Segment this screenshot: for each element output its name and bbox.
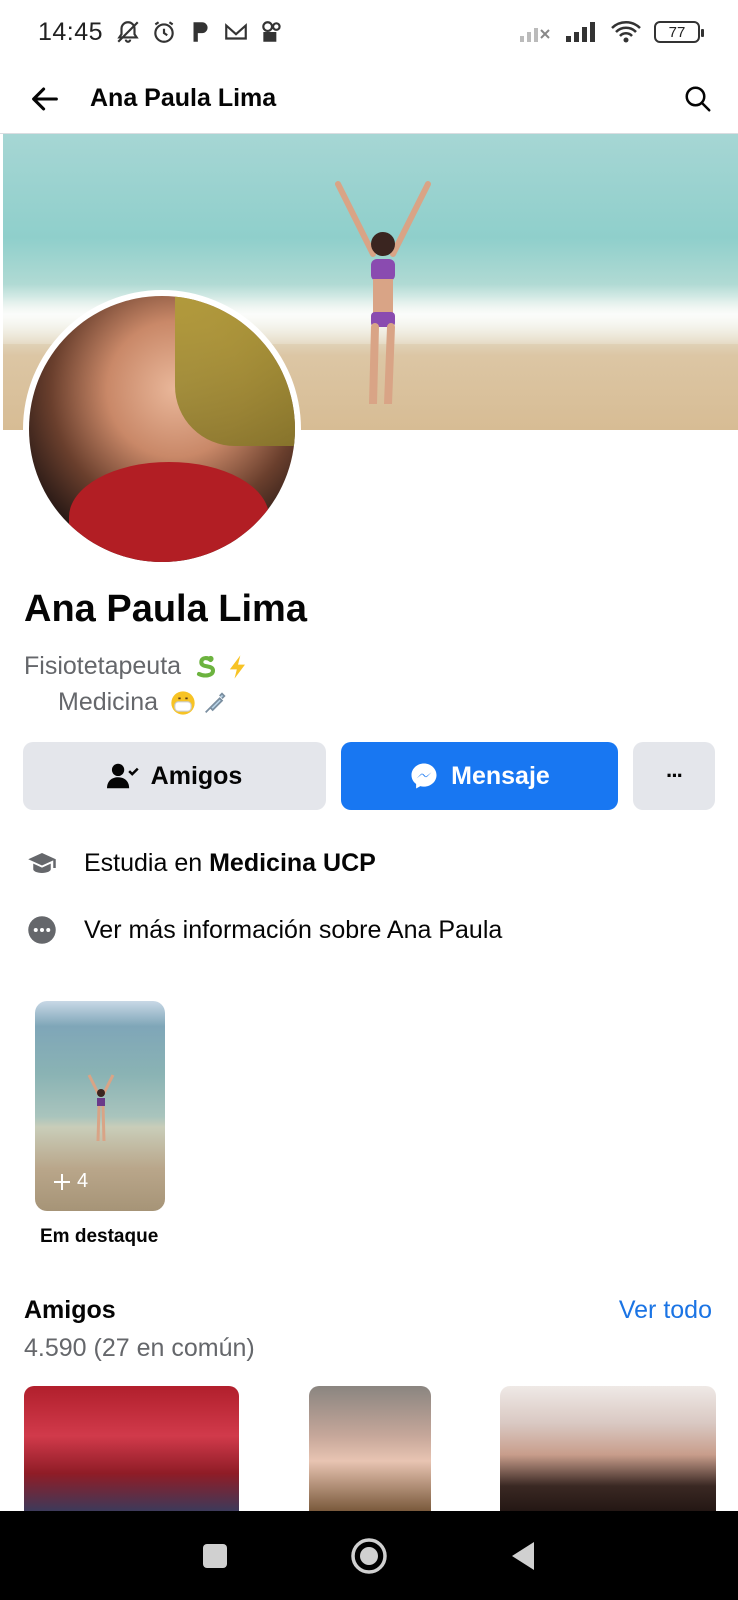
messenger-icon [411,763,437,789]
search-icon [685,86,711,111]
featured-highlight-card[interactable]: 4 [35,1001,165,1211]
syringe-emoji-icon [205,692,226,714]
mask-face-emoji-icon [171,691,195,716]
friend-thumbnail[interactable] [500,1386,716,1511]
plus-icon [54,1173,70,1190]
profile-avatar[interactable] [23,290,301,568]
avatar-background [175,296,295,446]
message-button-label: Mensaje [451,761,550,790]
see-all-friends-link[interactable]: Ver todo [619,1296,712,1325]
system-nav-bar [0,1511,738,1600]
battery-icon: 77 [654,21,704,43]
highlight-count-value: 4 [77,1170,89,1192]
more-info-icon [24,912,60,948]
status-time: 14:45 [38,17,104,46]
highlight-label: Em destaque [40,1226,159,1247]
graduation-cap-icon [24,845,60,881]
avatar-shirt [69,462,269,562]
alarm-icon [154,21,174,43]
highlight-count: 4 [53,1170,88,1193]
wifi-icon [611,21,641,43]
profile-name: Ana Paula Lima [24,588,307,630]
friends-section-title: Amigos [24,1296,116,1324]
search-button[interactable] [658,64,738,134]
signal-muted-icon [520,28,550,42]
bio-text-2: Medicina [58,688,159,716]
bio-line-1: Fisiotetapeuta [24,648,524,684]
more-info-label: Ver más información sobre Ana Paula [84,915,503,944]
friend-check-icon [106,763,139,789]
top-app-bar: Ana Paula Lima [0,64,738,134]
page-title: Ana Paula Lima [90,84,277,112]
recents-square-icon[interactable] [200,1541,230,1571]
profile-actions: Amigos Mensaje ··· [23,742,715,810]
bio-line-2: Medicina [24,684,524,720]
back-button[interactable] [0,64,90,134]
friend-thumbnail[interactable] [309,1386,431,1511]
more-info-row[interactable]: Ver más información sobre Ana Paula [24,912,502,948]
bio-text-1: Fisiotetapeuta [24,652,182,680]
message-button[interactable]: Mensaje [341,742,618,810]
cover-person-figure [335,181,431,404]
video-icon [262,21,281,42]
more-options-button[interactable]: ··· [633,742,715,810]
education-prefix: Estudia en [84,848,210,877]
education-place[interactable]: Medicina UCP [209,849,376,878]
status-bar: 14:45 77 [0,0,738,64]
profile-bio: Fisiotetapeuta Medicina [24,648,524,720]
arrow-left-icon [32,87,58,110]
friends-button-label: Amigos [150,761,243,790]
home-circle-icon[interactable] [349,1536,389,1576]
friend-thumbnail[interactable] [24,1386,239,1511]
status-system-icons: 77 [518,20,704,44]
lightning-emoji-icon [229,655,245,680]
status-notification-icons [115,19,285,45]
mail-icon [225,23,247,40]
bell-muted-icon [117,21,139,43]
battery-level: 77 [668,23,686,41]
snake-emoji-icon [196,656,216,678]
highlight-person-figure [87,1074,115,1142]
more-dots-icon: ··· [666,763,684,788]
friends-count: 4.590 (27 en común) [24,1334,255,1362]
signal-icon [566,22,595,42]
back-triangle-icon[interactable] [508,1540,538,1572]
p-app-icon [193,22,208,42]
avatar-photo [29,296,295,562]
education-row[interactable]: Estudia en Medicina UCP [24,845,376,881]
friends-button[interactable]: Amigos [23,742,326,810]
